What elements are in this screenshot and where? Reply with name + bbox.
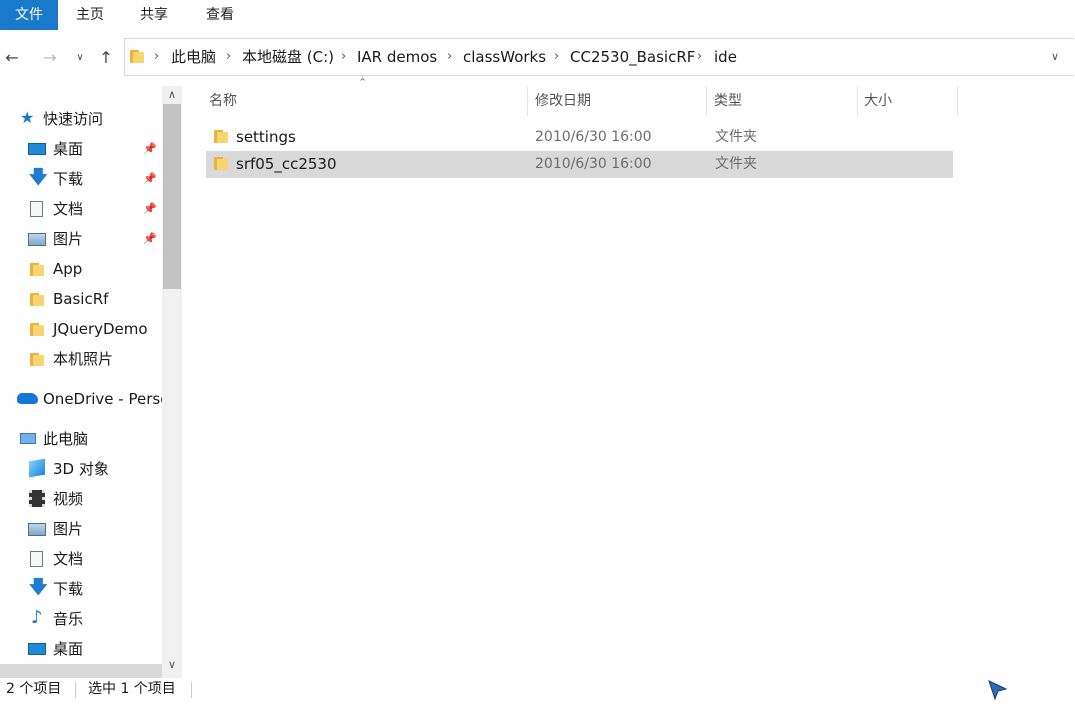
download-icon: 🡇 <box>29 167 48 188</box>
nav-item-documents-pc[interactable]: 文档 <box>0 544 162 574</box>
nav-item-basicrf[interactable]: BasicRf <box>0 284 162 314</box>
nav-item-pictures[interactable]: 图片 📌 <box>0 224 162 254</box>
nav-item-local-photos[interactable]: 本机照片 <box>0 344 162 374</box>
folder-icon <box>214 157 228 170</box>
desktop-icon <box>28 643 46 655</box>
column-header-modified[interactable]: 修改日期 <box>535 86 695 116</box>
nav-item-3d-objects[interactable]: 3D 对象 <box>0 454 162 484</box>
file-modified: 2010/6/30 16:00 <box>535 129 652 145</box>
recent-locations-button[interactable]: ∨ <box>70 48 90 68</box>
column-divider[interactable] <box>957 86 958 116</box>
nav-item-desktop-pc[interactable]: 桌面 <box>0 634 162 664</box>
picture-icon <box>28 233 46 246</box>
scroll-down-icon[interactable]: ∨ <box>162 656 182 674</box>
status-item-count: 2 个项目 <box>6 681 62 697</box>
status-selected-count: 选中 1 个项目 <box>88 681 176 697</box>
music-icon: ♪ <box>31 607 43 628</box>
status-divider <box>75 682 76 698</box>
nav-item-documents[interactable]: 文档 📌 <box>0 194 162 224</box>
computer-icon <box>20 433 36 444</box>
picture-icon <box>28 523 46 536</box>
file-type: 文件夹 <box>715 129 757 145</box>
chevron-right-icon[interactable]: › <box>554 39 559 75</box>
breadcrumb-cc2530-basicrf[interactable]: CC2530_BasicRF <box>570 39 695 75</box>
video-icon <box>29 490 45 507</box>
nav-onedrive[interactable]: OneDrive - Perso <box>0 384 162 414</box>
arrow-left-icon: ← <box>5 48 19 67</box>
nav-item-jquerydemo[interactable]: JQueryDemo <box>0 314 162 344</box>
column-header-type[interactable]: 类型 <box>714 86 844 116</box>
desktop-icon <box>28 143 46 155</box>
tab-home[interactable]: 主页 <box>62 0 118 30</box>
address-bar[interactable]: › 此电脑 › 本地磁盘 (C:) › IAR demos › classWor… <box>124 38 1074 76</box>
nav-item-pictures-pc[interactable]: 图片 <box>0 514 162 544</box>
cloud-icon <box>17 393 38 404</box>
mouse-cursor-icon <box>988 680 1008 701</box>
folder-icon <box>30 353 48 369</box>
address-dropdown-icon[interactable]: ∨ <box>1051 39 1059 75</box>
file-row-srf05-cc2530[interactable]: srf05_cc2530 2010/6/30 16:00 文件夹 <box>206 151 953 178</box>
folder-icon <box>30 293 48 309</box>
star-icon: ★ <box>20 108 35 127</box>
nav-item-partial[interactable] <box>0 664 162 678</box>
chevron-right-icon[interactable]: › <box>697 39 702 75</box>
arrow-right-icon: → <box>43 48 57 67</box>
up-button[interactable]: ↑ <box>96 48 116 68</box>
pin-icon[interactable]: 📌 <box>143 224 157 254</box>
document-icon <box>30 201 43 217</box>
column-divider[interactable] <box>706 86 707 116</box>
chevron-right-icon[interactable]: › <box>447 39 452 75</box>
folder-icon <box>130 50 144 63</box>
file-name: settings <box>236 128 296 146</box>
file-modified: 2010/6/30 16:00 <box>535 156 652 172</box>
download-icon: 🡇 <box>29 577 48 598</box>
file-row-settings[interactable]: settings 2010/6/30 16:00 文件夹 <box>206 124 953 151</box>
nav-item-videos[interactable]: 视频 <box>0 484 162 514</box>
tab-share[interactable]: 共享 <box>126 0 182 30</box>
pin-icon[interactable]: 📌 <box>143 164 157 194</box>
file-type: 文件夹 <box>715 156 757 172</box>
column-header-name[interactable]: 名称 <box>209 86 509 116</box>
nav-item-app[interactable]: App <box>0 254 162 284</box>
tab-view[interactable]: 查看 <box>192 0 248 30</box>
ribbon: 文件 主页 共享 查看 <box>0 0 1075 30</box>
chevron-down-icon: ∨ <box>76 52 84 63</box>
nav-item-music[interactable]: ♪ 音乐 <box>0 604 162 634</box>
column-header-size[interactable]: 大小 <box>864 86 944 116</box>
status-bar: 2 个项目 选中 1 个项目 <box>0 678 1075 704</box>
folder-icon <box>30 263 48 279</box>
chevron-right-icon[interactable]: › <box>226 39 231 75</box>
arrow-up-icon: ↑ <box>99 48 113 67</box>
nav-item-downloads-pc[interactable]: 🡇 下载 <box>0 574 162 604</box>
nav-quick-access[interactable]: ★ 快速访问 <box>0 104 162 134</box>
pin-icon[interactable]: 📌 <box>143 194 157 224</box>
tab-file[interactable]: 文件 <box>0 0 58 30</box>
navigation-pane: ★ 快速访问 桌面 📌 🡇 下载 📌 文档 📌 图片 📌 App BasicRf… <box>0 86 182 678</box>
nav-item-downloads[interactable]: 🡇 下载 📌 <box>0 164 162 194</box>
file-name: srf05_cc2530 <box>236 155 337 173</box>
breadcrumb-iar-demos[interactable]: IAR demos <box>357 39 437 75</box>
folder-icon <box>30 323 48 339</box>
back-button[interactable]: ← <box>2 48 22 68</box>
column-divider[interactable] <box>527 86 528 116</box>
breadcrumb-classworks[interactable]: classWorks <box>463 39 546 75</box>
breadcrumb-ide[interactable]: ide <box>714 39 737 75</box>
chevron-right-icon[interactable]: › <box>341 39 346 75</box>
document-icon <box>30 551 43 567</box>
chevron-right-icon[interactable]: › <box>154 39 159 75</box>
status-divider <box>191 682 192 698</box>
scroll-up-icon[interactable]: ∧ <box>162 86 182 104</box>
nav-this-pc[interactable]: 此电脑 <box>0 424 162 454</box>
folder-icon <box>214 130 228 143</box>
breadcrumb-this-pc[interactable]: 此电脑 <box>171 39 216 75</box>
column-divider[interactable] <box>857 86 858 116</box>
pin-icon[interactable]: 📌 <box>143 134 157 164</box>
nav-scrollbar-thumb[interactable] <box>163 104 181 289</box>
3d-objects-icon <box>29 458 45 478</box>
nav-item-desktop[interactable]: 桌面 📌 <box>0 134 162 164</box>
forward-button[interactable]: → <box>40 48 60 68</box>
breadcrumb-local-disk[interactable]: 本地磁盘 (C:) <box>242 39 334 75</box>
